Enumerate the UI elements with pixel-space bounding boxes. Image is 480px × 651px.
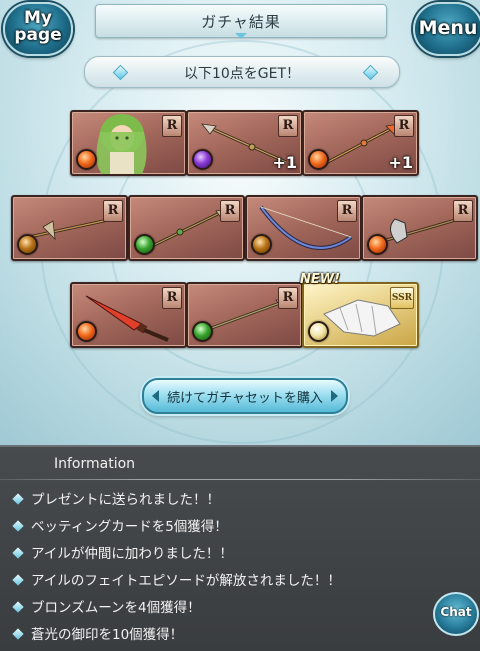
- fire-element-icon: [308, 149, 329, 170]
- information-item-text: プレゼントに送られました！！: [31, 492, 220, 508]
- information-item-text: アイルのフェイトエピソードが解放されました！！: [31, 573, 341, 589]
- information-item: アイルのフェイトエピソードが解放されました！！: [12, 569, 341, 589]
- result-card[interactable]: R: [70, 282, 187, 348]
- buy-gacha-set-button[interactable]: 続けてガチャセットを購入: [142, 378, 348, 414]
- result-card[interactable]: R: [186, 282, 303, 348]
- result-card[interactable]: R: [11, 195, 128, 261]
- result-card[interactable]: R: [70, 110, 187, 176]
- rarity-badge: R: [220, 200, 240, 222]
- rarity-badge: SSR: [390, 287, 414, 309]
- new-badge: NEW!: [300, 272, 341, 287]
- rarity-badge: R: [453, 200, 473, 222]
- chat-button[interactable]: Chat: [433, 592, 479, 636]
- page-title: ガチャ結果: [201, 13, 281, 31]
- light-element-icon: [308, 321, 329, 342]
- information-item: ベッティングカードを5個獲得！: [12, 515, 228, 535]
- information-item-text: ベッティングカードを5個獲得！: [31, 519, 228, 535]
- result-card[interactable]: R: [245, 195, 362, 261]
- information-divider: [0, 479, 480, 480]
- chat-label: Chat: [440, 605, 472, 619]
- result-card[interactable]: R: [361, 195, 478, 261]
- header-bar: ガチャ結果: [95, 4, 387, 39]
- information-item: ブロンズムーンを4個獲得！: [12, 596, 201, 616]
- information-item-text: アイルが仲間に加わりました！！: [31, 546, 233, 562]
- information-panel: Information プレゼントに送られました！！ ベッティングカードを5個獲…: [0, 445, 480, 651]
- information-item: プレゼントに送られました！！: [12, 488, 220, 508]
- information-title: Information: [54, 456, 136, 472]
- diamond-bullet-icon: [12, 601, 24, 613]
- result-card[interactable]: R +1: [186, 110, 303, 176]
- fire-element-icon: [76, 149, 97, 170]
- fire-element-icon: [76, 321, 97, 342]
- header-notch-icon: [235, 33, 247, 39]
- diamond-bullet-icon: [12, 628, 24, 640]
- result-card-ssr[interactable]: SSR: [302, 282, 419, 348]
- fire-element-icon: [367, 234, 388, 255]
- right-arrow-icon: [331, 390, 338, 402]
- rarity-badge: R: [162, 115, 182, 137]
- diamond-bullet-icon: [12, 574, 24, 586]
- buy-gacha-set-label: 続けてガチャセットを購入: [167, 391, 323, 406]
- diamond-bullet-icon: [12, 520, 24, 532]
- information-item: アイルが仲間に加わりました！！: [12, 542, 233, 562]
- wind-element-icon: [134, 234, 155, 255]
- rarity-badge: R: [103, 200, 123, 222]
- diamond-bullet-icon: [12, 493, 24, 505]
- plus-bonus-label: +1: [272, 153, 297, 172]
- dark-element-icon: [192, 149, 213, 170]
- plus-bonus-label: +1: [388, 153, 413, 172]
- earth-element-icon: [251, 234, 272, 255]
- result-card[interactable]: R +1: [302, 110, 419, 176]
- information-item-text: 蒼光の御印を10個獲得！: [31, 627, 184, 643]
- diamond-bullet-icon: [12, 547, 24, 559]
- mypage-label-bottom: page: [14, 25, 62, 45]
- wind-element-icon: [192, 321, 213, 342]
- result-banner: 以下10点をGET！: [84, 56, 400, 88]
- menu-button[interactable]: Menu: [413, 2, 480, 56]
- rarity-badge: R: [162, 287, 182, 309]
- mypage-button[interactable]: My page: [3, 2, 73, 56]
- result-card[interactable]: R: [128, 195, 245, 261]
- result-banner-text: 以下10点をGET！: [183, 66, 301, 82]
- rarity-badge: R: [278, 115, 298, 137]
- earth-element-icon: [17, 234, 38, 255]
- information-item-text: ブロンズムーンを4個獲得！: [31, 600, 201, 616]
- rarity-badge: R: [337, 200, 357, 222]
- rarity-badge: R: [394, 115, 414, 137]
- information-item: 蒼光の御印を10個獲得！: [12, 623, 184, 643]
- menu-label: Menu: [418, 17, 478, 39]
- rarity-badge: R: [278, 287, 298, 309]
